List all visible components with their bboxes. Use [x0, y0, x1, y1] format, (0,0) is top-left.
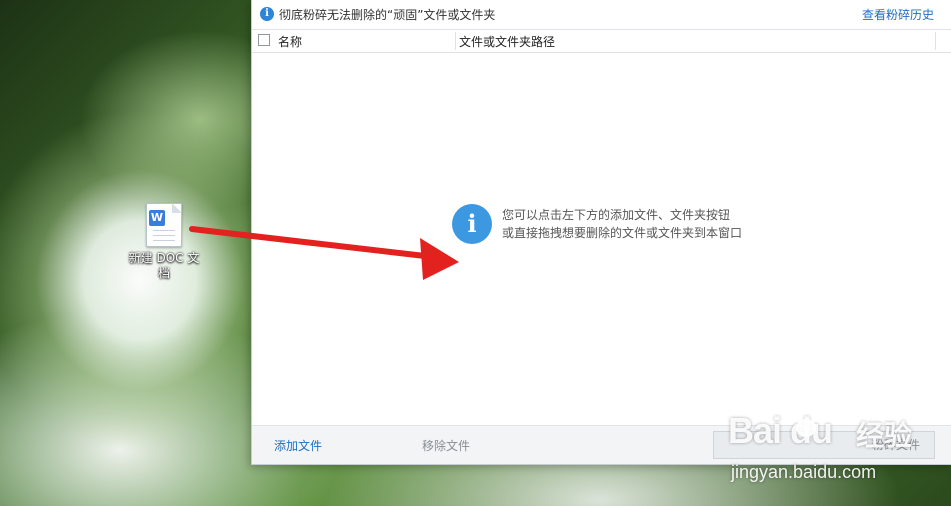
jingyan-text: 经验	[856, 419, 913, 452]
baidu-jingyan-watermark: Bai du 经验 jingyan.baidu.com	[728, 400, 938, 490]
baidu-paw-icon	[792, 402, 820, 437]
watermark-url: jingyan.baidu.com	[731, 462, 877, 482]
